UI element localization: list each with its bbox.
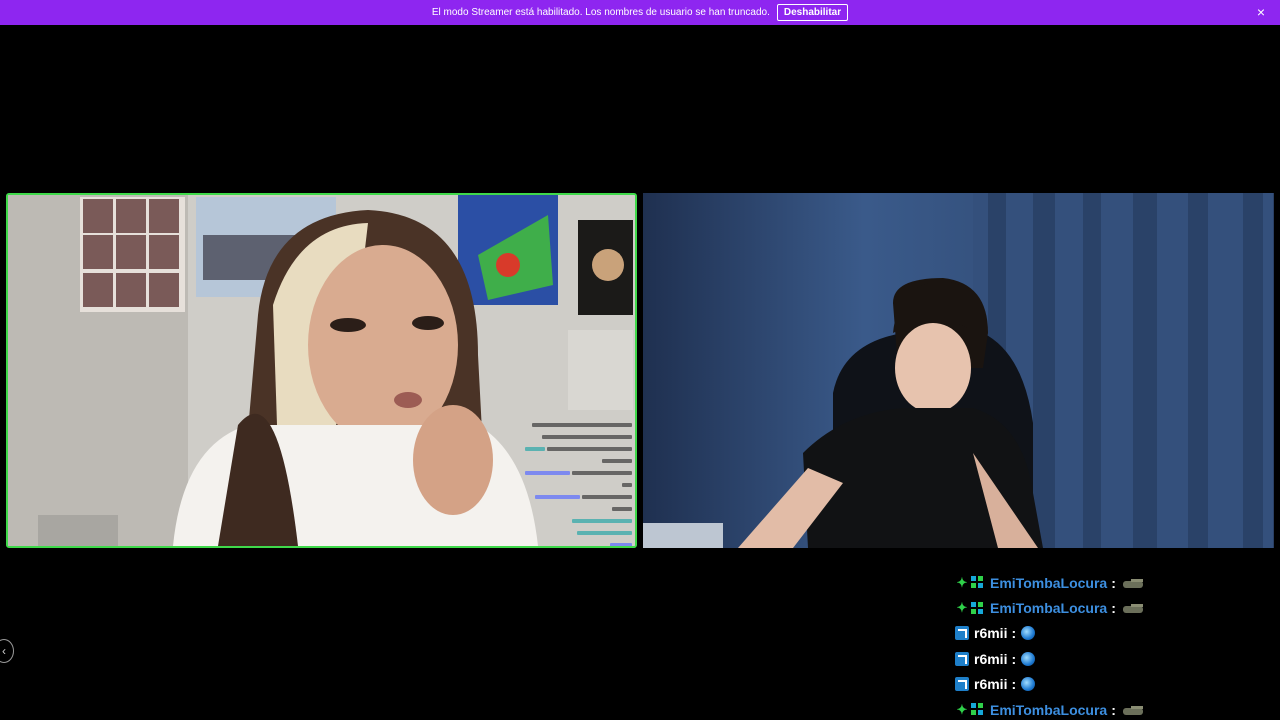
chat-username[interactable]: r6mii bbox=[974, 651, 1007, 667]
tank-emote-icon[interactable] bbox=[1121, 602, 1145, 614]
sub-gift-badge-icon bbox=[971, 601, 984, 615]
side-nav-toggle-icon[interactable]: ‹ bbox=[0, 639, 14, 663]
chat-separator: : bbox=[1111, 574, 1116, 591]
chat-message: ✦ EmiTombaLocura: bbox=[955, 595, 1265, 620]
stream-overlay-chat bbox=[512, 420, 632, 546]
chat-username[interactable]: EmiTombaLocura bbox=[990, 600, 1107, 616]
prime-badge-icon bbox=[955, 626, 969, 641]
chat-username[interactable]: r6mii bbox=[974, 676, 1007, 692]
sub-gift-badge-icon bbox=[971, 576, 984, 589]
chat-separator: : bbox=[1111, 600, 1116, 617]
chat-separator: : bbox=[1111, 701, 1116, 718]
tank-emote-icon[interactable] bbox=[1121, 577, 1145, 589]
chat-message: ✦ EmiTombaLocura: bbox=[955, 697, 1265, 720]
streamer-mode-banner: El modo Streamer está habilitado. Los no… bbox=[0, 0, 1280, 25]
banner-message: El modo Streamer está habilitado. Los no… bbox=[431, 7, 770, 18]
globe-emote-icon[interactable] bbox=[1021, 677, 1036, 692]
webcam-feed-right bbox=[643, 193, 1274, 548]
chat-message: r6mii: bbox=[955, 672, 1265, 697]
chat-message: r6mii: bbox=[955, 621, 1265, 646]
globe-emote-icon[interactable] bbox=[1021, 651, 1036, 666]
chat-overlay: ✦ EmiTombaLocura: ✦ EmiTombaLocura: r6mii: r6… bbox=[955, 570, 1265, 720]
chat-username[interactable]: EmiTombaLocura bbox=[990, 575, 1107, 591]
chat-fade-edge bbox=[955, 570, 1265, 576]
sub-gift-badge-icon bbox=[971, 703, 984, 716]
chat-separator: : bbox=[1011, 650, 1017, 667]
close-icon[interactable]: × bbox=[1254, 5, 1268, 19]
tank-emote-icon[interactable] bbox=[1121, 704, 1145, 716]
disable-streamer-mode-button[interactable]: Deshabilitar bbox=[776, 4, 849, 21]
prime-badge-icon bbox=[955, 651, 969, 666]
sparkle-badge-icon: ✦ bbox=[956, 574, 968, 590]
prime-badge-icon bbox=[955, 677, 969, 692]
video-tile-left[interactable] bbox=[6, 193, 637, 548]
chat-separator: : bbox=[1011, 676, 1017, 693]
chat-username[interactable]: EmiTombaLocura bbox=[990, 702, 1107, 718]
globe-emote-icon[interactable] bbox=[1021, 626, 1036, 641]
video-tile-right[interactable] bbox=[643, 193, 1274, 548]
sparkle-badge-icon: ✦ bbox=[956, 600, 968, 616]
chat-separator: : bbox=[1011, 625, 1017, 642]
chat-message: r6mii: bbox=[955, 646, 1265, 671]
chat-username[interactable]: r6mii bbox=[974, 625, 1007, 641]
sparkle-badge-icon: ✦ bbox=[956, 701, 968, 717]
